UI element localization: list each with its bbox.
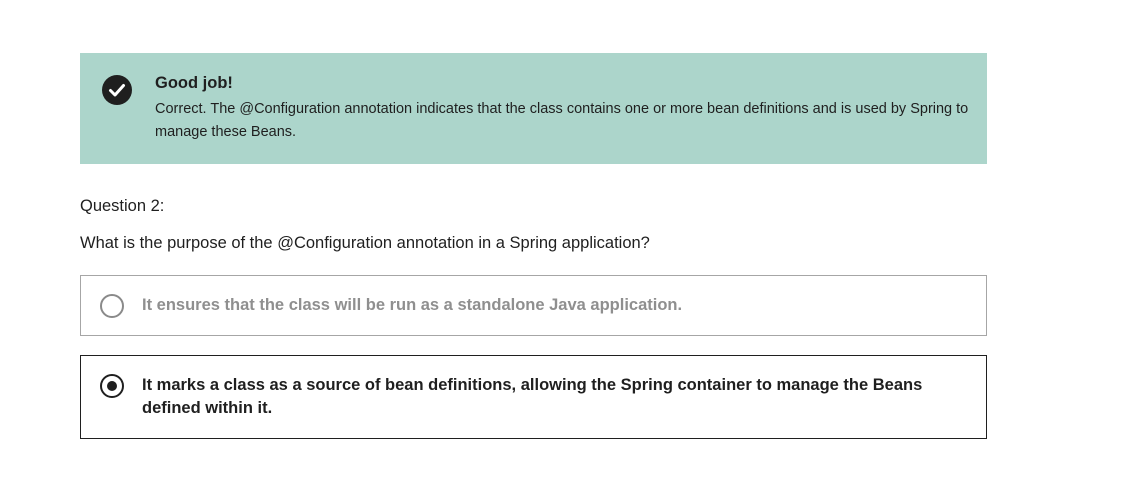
radio-selected-icon[interactable] bbox=[100, 374, 124, 398]
feedback-message: Correct. The @Configuration annotation i… bbox=[155, 101, 969, 140]
feedback-banner: Good job! Correct. The @Configuration an… bbox=[80, 53, 987, 164]
answer-option-label: It marks a class as a source of bean def… bbox=[142, 376, 923, 417]
radio-dot bbox=[107, 381, 117, 391]
check-circle-icon bbox=[102, 75, 132, 105]
question-number: Question 2: bbox=[80, 197, 165, 215]
question-text: What is the purpose of the @Configuratio… bbox=[80, 234, 650, 252]
answer-option-2[interactable]: It marks a class as a source of bean def… bbox=[80, 355, 987, 439]
answer-option-label: It ensures that the class will be run as… bbox=[142, 296, 683, 314]
answer-option-1[interactable]: It ensures that the class will be run as… bbox=[80, 275, 987, 336]
radio-unselected-icon[interactable] bbox=[100, 294, 124, 318]
feedback-title: Good job! bbox=[155, 74, 233, 92]
